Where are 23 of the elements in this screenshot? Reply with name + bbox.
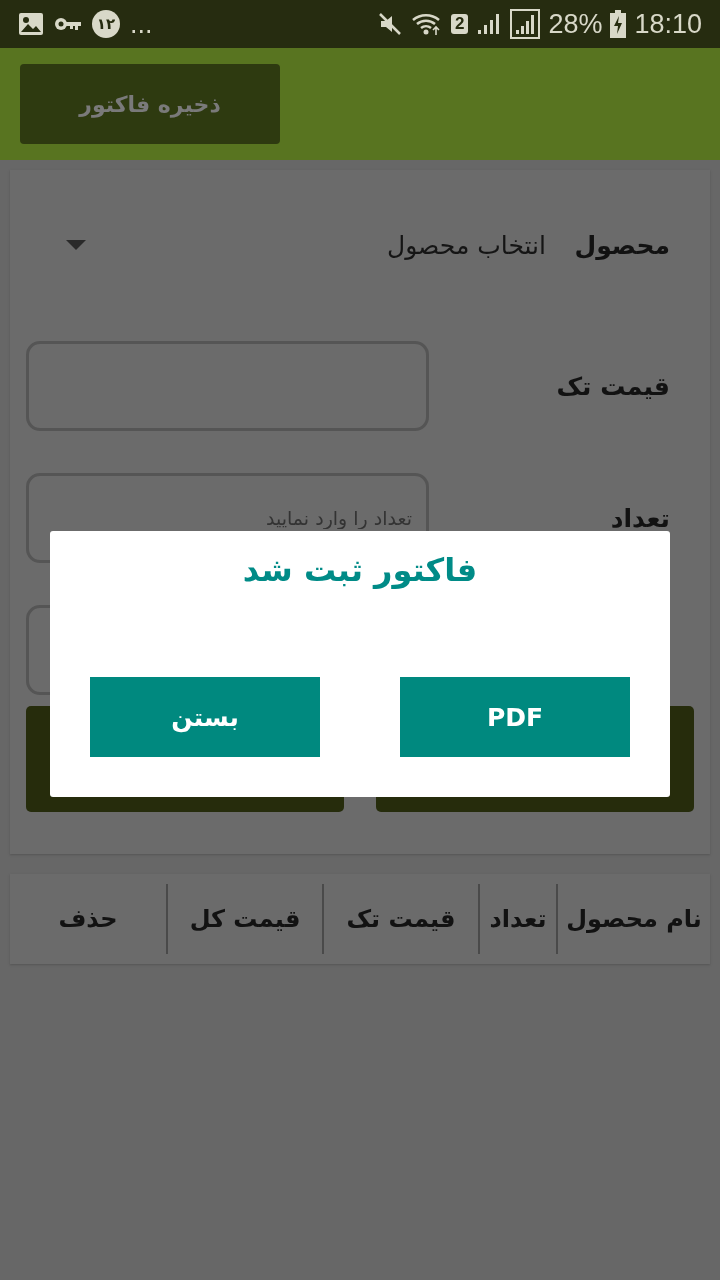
battery-percentage: 28% xyxy=(548,8,603,40)
notification-badge: ۱۲ xyxy=(92,10,120,38)
column-header: نام محصول xyxy=(556,884,710,954)
column-header: قیمت کل xyxy=(166,884,322,954)
dialog-button[interactable]: بستن xyxy=(90,677,320,757)
overflow-indicator: ... xyxy=(130,8,153,40)
dropdown-caret-icon xyxy=(66,240,86,250)
sim-badge: 2 xyxy=(450,14,469,34)
column-header: تعداد xyxy=(478,884,556,954)
save-invoice-button[interactable]: ذخیره فاکتور xyxy=(20,64,280,144)
column-header: قیمت تک xyxy=(322,884,478,954)
product-label: محصول xyxy=(573,230,671,260)
unit-price-label: قیمت تک xyxy=(555,371,671,401)
mute-icon xyxy=(376,11,403,37)
product-dropdown[interactable]: انتخاب محصول xyxy=(387,230,546,260)
quantity-label: تعداد xyxy=(609,503,671,533)
battery-icon xyxy=(610,10,627,38)
image-icon xyxy=(18,12,44,36)
column-header: حذف xyxy=(57,904,119,935)
clock: 18:10 xyxy=(634,8,702,40)
key-icon xyxy=(54,16,82,32)
dialog-button[interactable]: PDF xyxy=(400,677,630,757)
signal-icon xyxy=(510,9,541,39)
